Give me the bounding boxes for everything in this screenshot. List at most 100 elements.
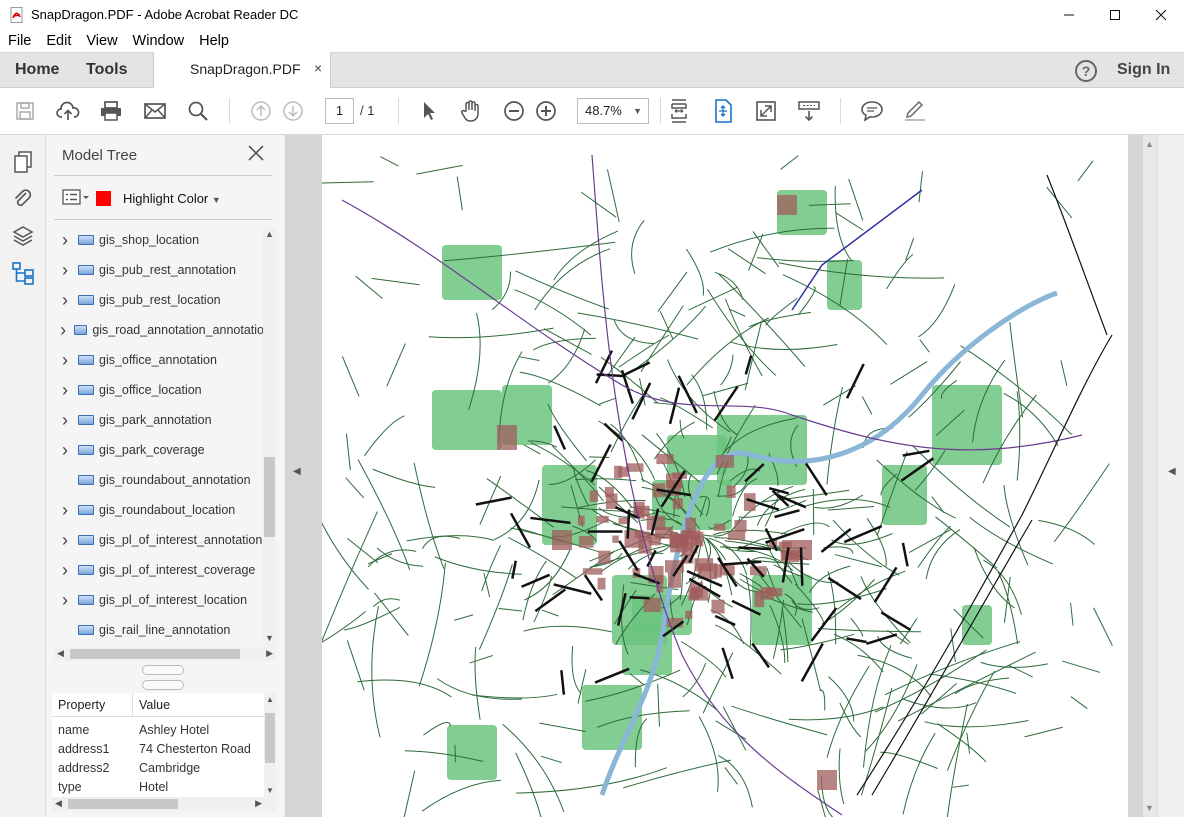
attachments-icon[interactable] — [11, 187, 35, 211]
tree-item[interactable]: ›gis_pl_of_interest_location — [52, 585, 264, 615]
tree-item[interactable]: gis_rail_line_annotation — [52, 615, 264, 645]
chevron-right-icon[interactable]: › — [56, 320, 70, 341]
property-value: Cambridge — [139, 761, 200, 775]
options-list-icon[interactable] — [62, 188, 90, 209]
scroll-left-icon[interactable]: ◀ — [55, 798, 62, 809]
zoom-level-select[interactable]: 48.7% ▼ — [577, 98, 649, 124]
scrollbar-thumb[interactable] — [68, 799, 178, 809]
maximize-button[interactable] — [1092, 0, 1138, 30]
scroll-left-icon[interactable]: ◀ — [57, 648, 64, 659]
tree-horizontal-scrollbar[interactable]: ◀ ▶ — [54, 647, 276, 661]
previous-page-icon[interactable] — [248, 98, 274, 124]
chevron-right-icon[interactable]: › — [56, 290, 74, 311]
next-page-icon[interactable] — [280, 98, 306, 124]
tree-item[interactable]: ›gis_shop_location — [52, 225, 264, 255]
tree-item[interactable]: ›gis_pl_of_interest_annotation — [52, 525, 264, 555]
tree-item[interactable]: ›gis_road_annotation_annotatio — [52, 315, 264, 345]
chevron-right-icon[interactable]: › — [56, 260, 74, 281]
read-mode-icon[interactable] — [796, 98, 822, 124]
page-thumbnails-icon[interactable] — [11, 150, 35, 174]
collapse-left-panel-icon[interactable]: ◀ — [293, 466, 301, 477]
tab-home[interactable]: Home — [15, 53, 59, 88]
fit-page-icon[interactable] — [710, 98, 736, 124]
tree-item[interactable]: ›gis_park_coverage — [52, 435, 264, 465]
scroll-right-icon[interactable]: ▶ — [255, 798, 262, 809]
zoom-level-value: 48.7% — [585, 103, 622, 118]
tree-item[interactable]: ›gis_office_annotation — [52, 345, 264, 375]
column-header-value[interactable]: Value — [139, 698, 170, 712]
hand-tool-icon[interactable] — [458, 98, 484, 124]
tree-item[interactable]: ›gis_office_location — [52, 375, 264, 405]
full-screen-icon[interactable] — [753, 98, 779, 124]
search-icon[interactable] — [185, 98, 211, 124]
tab-tools[interactable]: Tools — [86, 53, 127, 88]
panel-splitter-handle[interactable] — [142, 665, 184, 675]
chevron-right-icon[interactable]: › — [56, 530, 74, 551]
tree-item[interactable]: ›gis_roundabout_location — [52, 495, 264, 525]
road-line — [374, 599, 400, 607]
panel-splitter-handle[interactable] — [142, 680, 184, 690]
scrollbar-thumb[interactable] — [264, 457, 275, 537]
building — [598, 578, 606, 590]
scrolling-mode-icon[interactable] — [666, 98, 692, 124]
select-cursor-icon[interactable] — [416, 98, 442, 124]
tree-item[interactable]: ›gis_park_annotation — [52, 405, 264, 435]
properties-horizontal-scrollbar[interactable]: ◀ ▶ — [52, 797, 276, 811]
chevron-right-icon[interactable]: › — [56, 440, 74, 461]
chevron-right-icon[interactable]: › — [56, 590, 74, 611]
highlight-color-swatch[interactable] — [96, 191, 111, 206]
sign-pen-icon[interactable] — [902, 98, 928, 124]
tree-item[interactable]: ›gis_pub_rest_location — [52, 285, 264, 315]
close-tab-icon[interactable]: × — [314, 60, 322, 76]
chevron-right-icon[interactable]: › — [56, 500, 74, 521]
scroll-down-icon[interactable]: ▼ — [263, 633, 276, 647]
scrollbar-thumb[interactable] — [265, 713, 275, 763]
highlight-color-dropdown[interactable]: Highlight Color ▼ — [123, 191, 221, 206]
menu-file[interactable]: File — [0, 33, 38, 49]
menu-view[interactable]: View — [78, 33, 124, 49]
scroll-up-icon[interactable]: ▲ — [1145, 139, 1154, 149]
expand-right-pane-icon[interactable]: ◀ — [1168, 466, 1176, 477]
chevron-right-icon[interactable]: › — [56, 560, 74, 581]
scroll-up-icon[interactable]: ▲ — [266, 695, 274, 704]
scroll-down-icon[interactable]: ▼ — [266, 786, 274, 795]
tree-item[interactable]: ›gis_pub_rest_annotation — [52, 255, 264, 285]
menu-edit[interactable]: Edit — [38, 33, 78, 49]
tree-item[interactable]: gis_roundabout_annotation — [52, 465, 264, 495]
scroll-down-icon[interactable]: ▼ — [1145, 803, 1154, 813]
tab-document[interactable]: SnapDragon.PDF × — [153, 52, 331, 89]
layer-icon — [78, 385, 94, 395]
chevron-right-icon[interactable]: › — [56, 230, 74, 251]
zoom-out-icon[interactable] — [501, 98, 527, 124]
close-panel-icon[interactable] — [247, 144, 265, 168]
property-value: Ashley Hotel — [139, 723, 209, 737]
layers-icon[interactable] — [11, 224, 35, 248]
comment-icon[interactable] — [859, 98, 885, 124]
scrollbar-thumb[interactable] — [70, 649, 240, 659]
save-icon[interactable] — [12, 98, 38, 124]
document-vertical-scrollbar[interactable]: ▲ ▼ — [1143, 135, 1157, 817]
tree-item[interactable]: ›gis_pl_of_interest_coverage — [52, 555, 264, 585]
minimize-button[interactable] — [1046, 0, 1092, 30]
menu-help[interactable]: Help — [191, 33, 236, 49]
upload-cloud-icon[interactable] — [55, 98, 81, 124]
properties-vertical-scrollbar[interactable]: ▲ ▼ — [264, 693, 276, 797]
close-window-button[interactable] — [1138, 0, 1184, 30]
zoom-in-icon[interactable] — [533, 98, 559, 124]
column-header-property[interactable]: Property — [58, 698, 105, 712]
chevron-right-icon[interactable]: › — [56, 380, 74, 401]
chevron-right-icon[interactable]: › — [56, 410, 74, 431]
page-number-input[interactable]: 1 — [325, 98, 354, 124]
tree-vertical-scrollbar[interactable]: ▲ ▼ — [263, 227, 276, 647]
scroll-right-icon[interactable]: ▶ — [266, 648, 273, 659]
print-icon[interactable] — [98, 98, 124, 124]
email-icon[interactable] — [142, 98, 168, 124]
chevron-right-icon[interactable]: › — [56, 350, 74, 371]
scroll-up-icon[interactable]: ▲ — [263, 229, 276, 243]
help-icon[interactable]: ? — [1075, 60, 1097, 82]
road-line — [347, 640, 364, 690]
model-tree-icon[interactable] — [11, 261, 35, 285]
sign-in-link[interactable]: Sign In — [1117, 61, 1170, 79]
menu-window[interactable]: Window — [125, 33, 192, 49]
road-line — [499, 608, 522, 610]
